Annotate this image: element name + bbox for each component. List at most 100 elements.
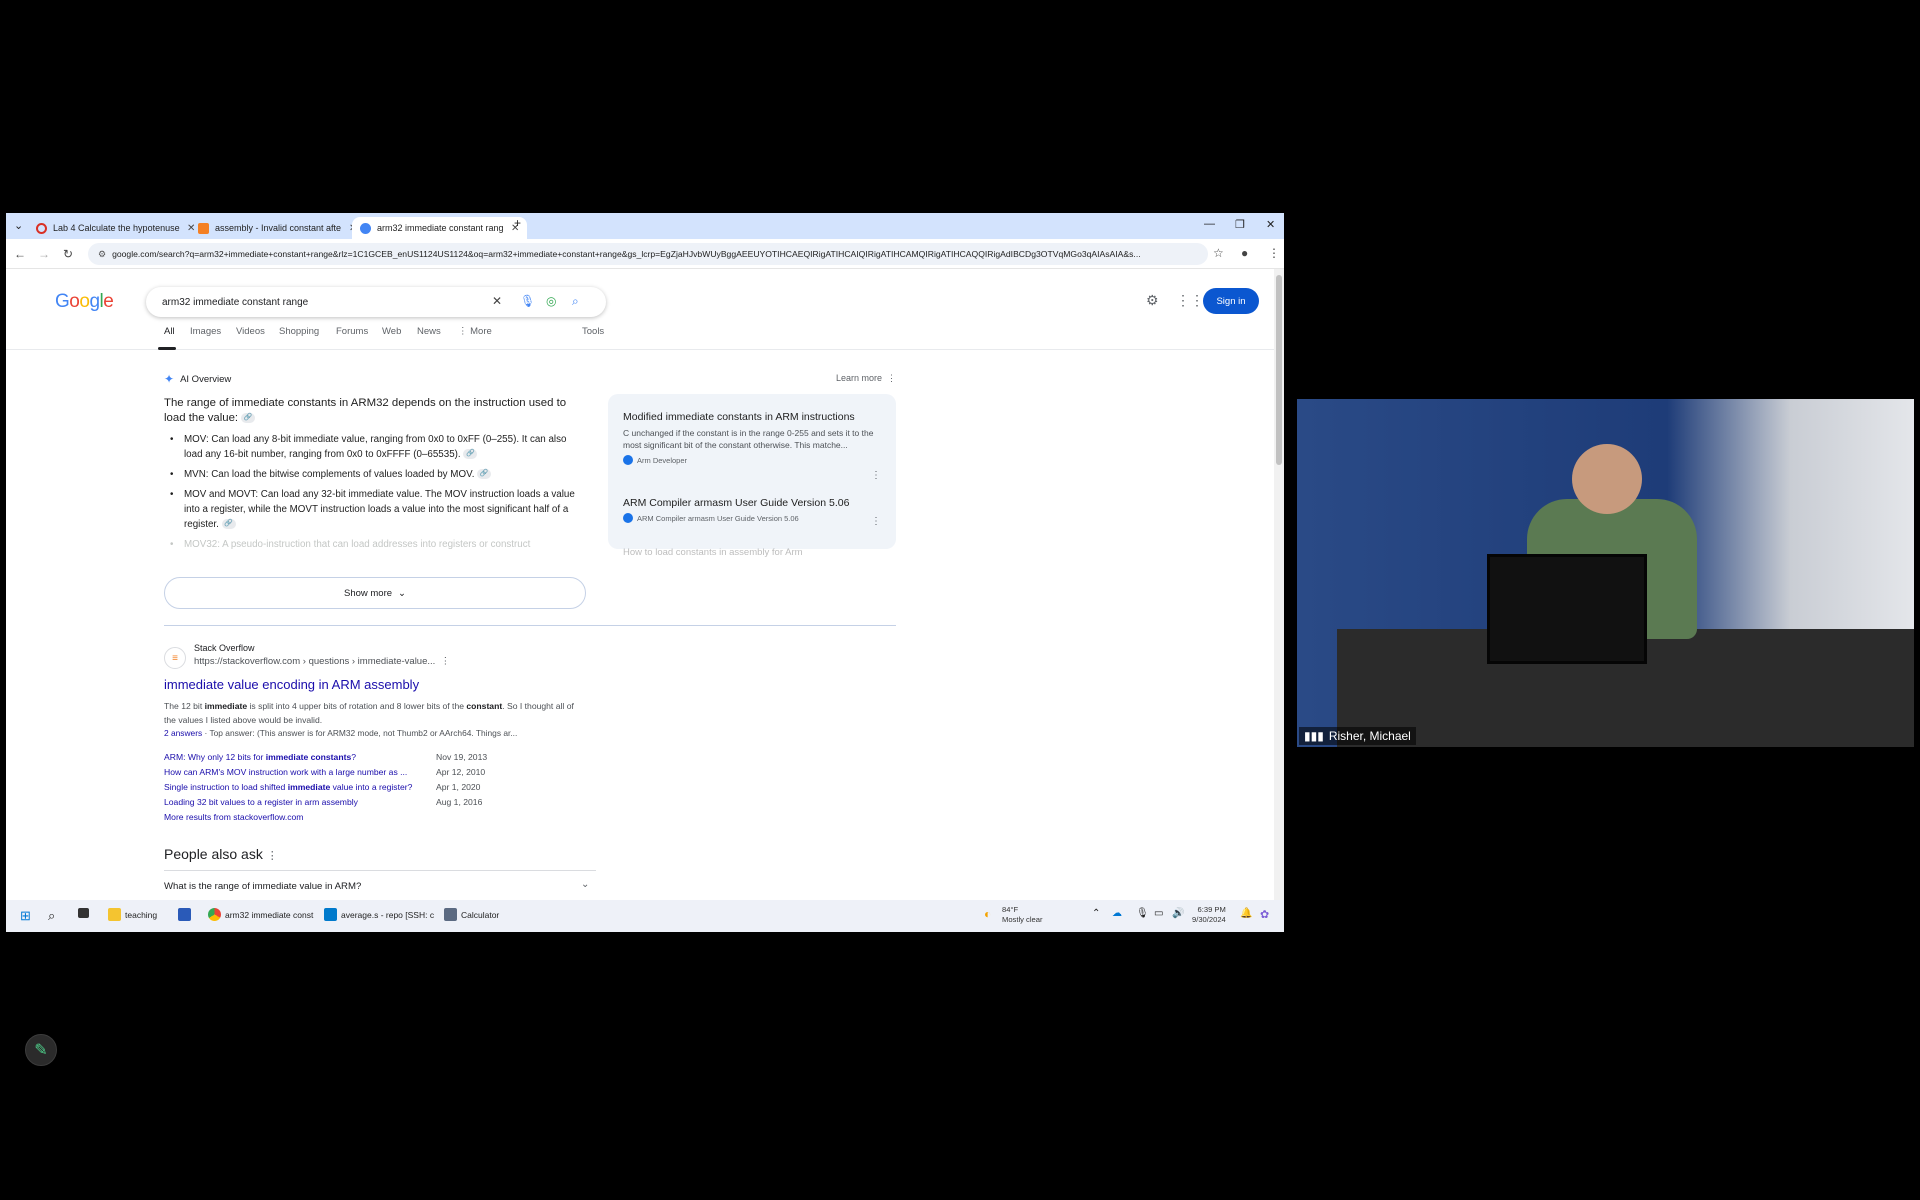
question-date: Aug 1, 2016	[436, 797, 483, 807]
participant-video: ▮▮▮ Risher, Michael	[1297, 399, 1914, 747]
tab-stackoverflow[interactable]: assembly - Invalid constant afte ✕	[190, 217, 365, 239]
new-tab-button[interactable]: +	[514, 216, 521, 230]
result-snippet: The 12 bit immediate is split into 4 upp…	[164, 699, 576, 727]
link-icon[interactable]: 🔗	[463, 449, 478, 460]
learn-more-link[interactable]: Learn more ⋮	[836, 373, 896, 384]
source-card-title: ARM Compiler armasm User Guide Version 5…	[623, 497, 850, 509]
settings-gear-icon[interactable]: ⚙	[1146, 292, 1159, 309]
taskbar-item-explorer[interactable]: teaching	[108, 908, 157, 921]
tab-more[interactable]: ⋮ More	[458, 326, 492, 337]
bookmark-star-icon[interactable]: ☆	[1213, 246, 1224, 260]
tab-forums[interactable]: Forums	[336, 326, 368, 337]
page-scrollbar[interactable]	[1274, 269, 1284, 900]
taskbar-item-calculator[interactable]: Calculator	[444, 908, 499, 921]
learn-more-label: Learn more	[836, 373, 883, 383]
top-answer-label: · Top answer:	[202, 728, 257, 738]
show-more-button[interactable]: Show more ⌄	[164, 577, 586, 609]
tab-lab4[interactable]: Lab 4 Calculate the hypotenuse ✕	[28, 217, 203, 239]
apps-grid-icon[interactable]: ⋮⋮	[1176, 292, 1204, 309]
source-card-title: Modified immediate constants in ARM inst…	[623, 411, 855, 423]
taskbar-label: arm32 immediate const	[225, 909, 314, 920]
tab-shopping[interactable]: Shopping	[279, 326, 319, 337]
ai-list-item: MVN: Can load the bitwise complements of…	[164, 467, 584, 482]
address-bar[interactable]: ⚙ google.com/search?q=arm32+immediate+co…	[88, 243, 1208, 265]
taskbar-item-app[interactable]	[178, 908, 191, 921]
search-icon[interactable]: ⌕	[572, 294, 579, 309]
back-icon[interactable]: ←	[14, 247, 26, 261]
result-answers: 2 answers · Top answer: (This answer is …	[164, 728, 517, 738]
sign-in-button[interactable]: Sign in	[1203, 288, 1259, 314]
clear-icon[interactable]: ✕	[492, 294, 502, 308]
tab-web[interactable]: Web	[382, 326, 401, 337]
paa-question[interactable]: What is the range of immediate value in …	[164, 881, 361, 892]
ai-item-text: MVN: Can load the bitwise complements of…	[184, 469, 475, 480]
onedrive-icon[interactable]: ☁	[1112, 908, 1122, 919]
search-icon[interactable]: ⌕	[48, 908, 55, 924]
tab-news[interactable]: News	[417, 326, 441, 337]
minimize-icon[interactable]: —	[1204, 218, 1215, 230]
taskbar-item-chrome[interactable]: arm32 immediate const	[208, 908, 313, 921]
mic-icon[interactable]: 🎙	[1136, 908, 1149, 919]
q-text: ARM: Why only 12 bits for	[164, 752, 266, 762]
tab-videos[interactable]: Videos	[236, 326, 265, 337]
taskbar-item-vscode[interactable]: average.s - repo [SSH: c	[324, 908, 434, 921]
link-icon[interactable]: 🔗	[477, 469, 492, 480]
google-favicon-icon	[360, 222, 371, 234]
snippet-bold: constant	[466, 701, 503, 711]
tray-chevron-icon[interactable]: ⌃	[1092, 908, 1100, 919]
source-favicon-icon	[623, 513, 633, 523]
tab-label: assembly - Invalid constant afte	[215, 223, 342, 233]
source-card[interactable]: How to load constants in assembly for Ar…	[613, 547, 895, 563]
forward-icon[interactable]: →	[38, 247, 50, 261]
voice-search-icon[interactable]: 🎙	[520, 294, 535, 308]
answers-count-link[interactable]: 2 answers	[164, 728, 202, 738]
windows-taskbar: ⊞ ⌕ teaching arm32 immediate const avera…	[6, 900, 1284, 932]
tab-google-search[interactable]: arm32 immediate constant rang ✕	[352, 217, 528, 239]
more-results-link[interactable]: More results from stackoverflow.com	[164, 812, 303, 822]
ai-item-text: MOV32: A pseudo-instruction that can loa…	[184, 539, 531, 550]
ai-list-item: MOV and MOVT: Can load any 32-bit immedi…	[164, 487, 584, 532]
close-window-icon[interactable]: ✕	[1266, 218, 1275, 231]
kebab-icon[interactable]: ⋮	[267, 850, 278, 862]
weather-widget[interactable]: 84°F Mostly clear	[1002, 905, 1043, 925]
kebab-icon[interactable]: ⋮	[441, 656, 451, 667]
profile-icon[interactable]: ●	[1241, 246, 1248, 260]
tab-tools[interactable]: Tools	[582, 326, 604, 337]
link-icon[interactable]: 🔗	[241, 412, 256, 423]
task-view-icon[interactable]	[78, 908, 89, 918]
kebab-icon[interactable]: ⋮	[871, 516, 881, 527]
volume-icon[interactable]: 🔊	[1172, 908, 1184, 919]
clock[interactable]: 6:39 PM 9/30/2024	[1192, 905, 1226, 925]
tab-search-icon[interactable]: ⌄	[14, 219, 23, 232]
ai-overview-divider	[164, 625, 896, 626]
result-url[interactable]: https://stackoverflow.com › questions › …	[194, 656, 450, 667]
taskbar-label: teaching	[125, 909, 158, 920]
annotate-pen-icon[interactable]: ✎	[25, 1034, 57, 1066]
tab-images[interactable]: Images	[190, 326, 221, 337]
chevron-down-icon[interactable]: ⌄	[581, 879, 589, 890]
tab-all[interactable]: All	[164, 326, 175, 337]
ai-overview-header: ✦ AI Overview	[164, 372, 231, 386]
question-date: Apr 1, 2020	[436, 782, 481, 792]
snippet-bold: immediate	[204, 701, 248, 711]
copilot-icon[interactable]: ✿	[1260, 908, 1269, 921]
windows-start-icon[interactable]: ⊞	[20, 908, 31, 924]
result-title-link[interactable]: immediate value encoding in ARM assembly	[164, 677, 419, 692]
taskbar-label: average.s - repo [SSH: c	[341, 909, 435, 920]
reload-icon[interactable]: ↻	[63, 247, 73, 261]
source-card[interactable]: Modified immediate constants in ARM inst…	[613, 411, 895, 481]
kebab-icon[interactable]: ⋮	[871, 470, 881, 481]
search-input[interactable]: arm32 immediate constant range	[162, 297, 308, 308]
site-info-icon[interactable]: ⚙	[98, 249, 106, 260]
scrollbar-thumb[interactable]	[1276, 275, 1282, 465]
notification-bell-icon[interactable]: 🔔	[1240, 908, 1252, 919]
source-card[interactable]: ARM Compiler armasm User Guide Version 5…	[613, 497, 895, 527]
restore-icon[interactable]: ❐	[1235, 218, 1245, 231]
google-logo[interactable]: Google	[55, 291, 114, 313]
network-icon[interactable]: ▭	[1154, 908, 1163, 919]
menu-kebab-icon[interactable]: ⋮	[1268, 246, 1280, 260]
search-box[interactable]: arm32 immediate constant range ✕ 🎙 ◎ ⌕	[146, 287, 606, 317]
link-icon[interactable]: 🔗	[221, 519, 236, 530]
clock-time: 6:39 PM	[1197, 905, 1226, 914]
lens-icon[interactable]: ◎	[546, 294, 556, 308]
